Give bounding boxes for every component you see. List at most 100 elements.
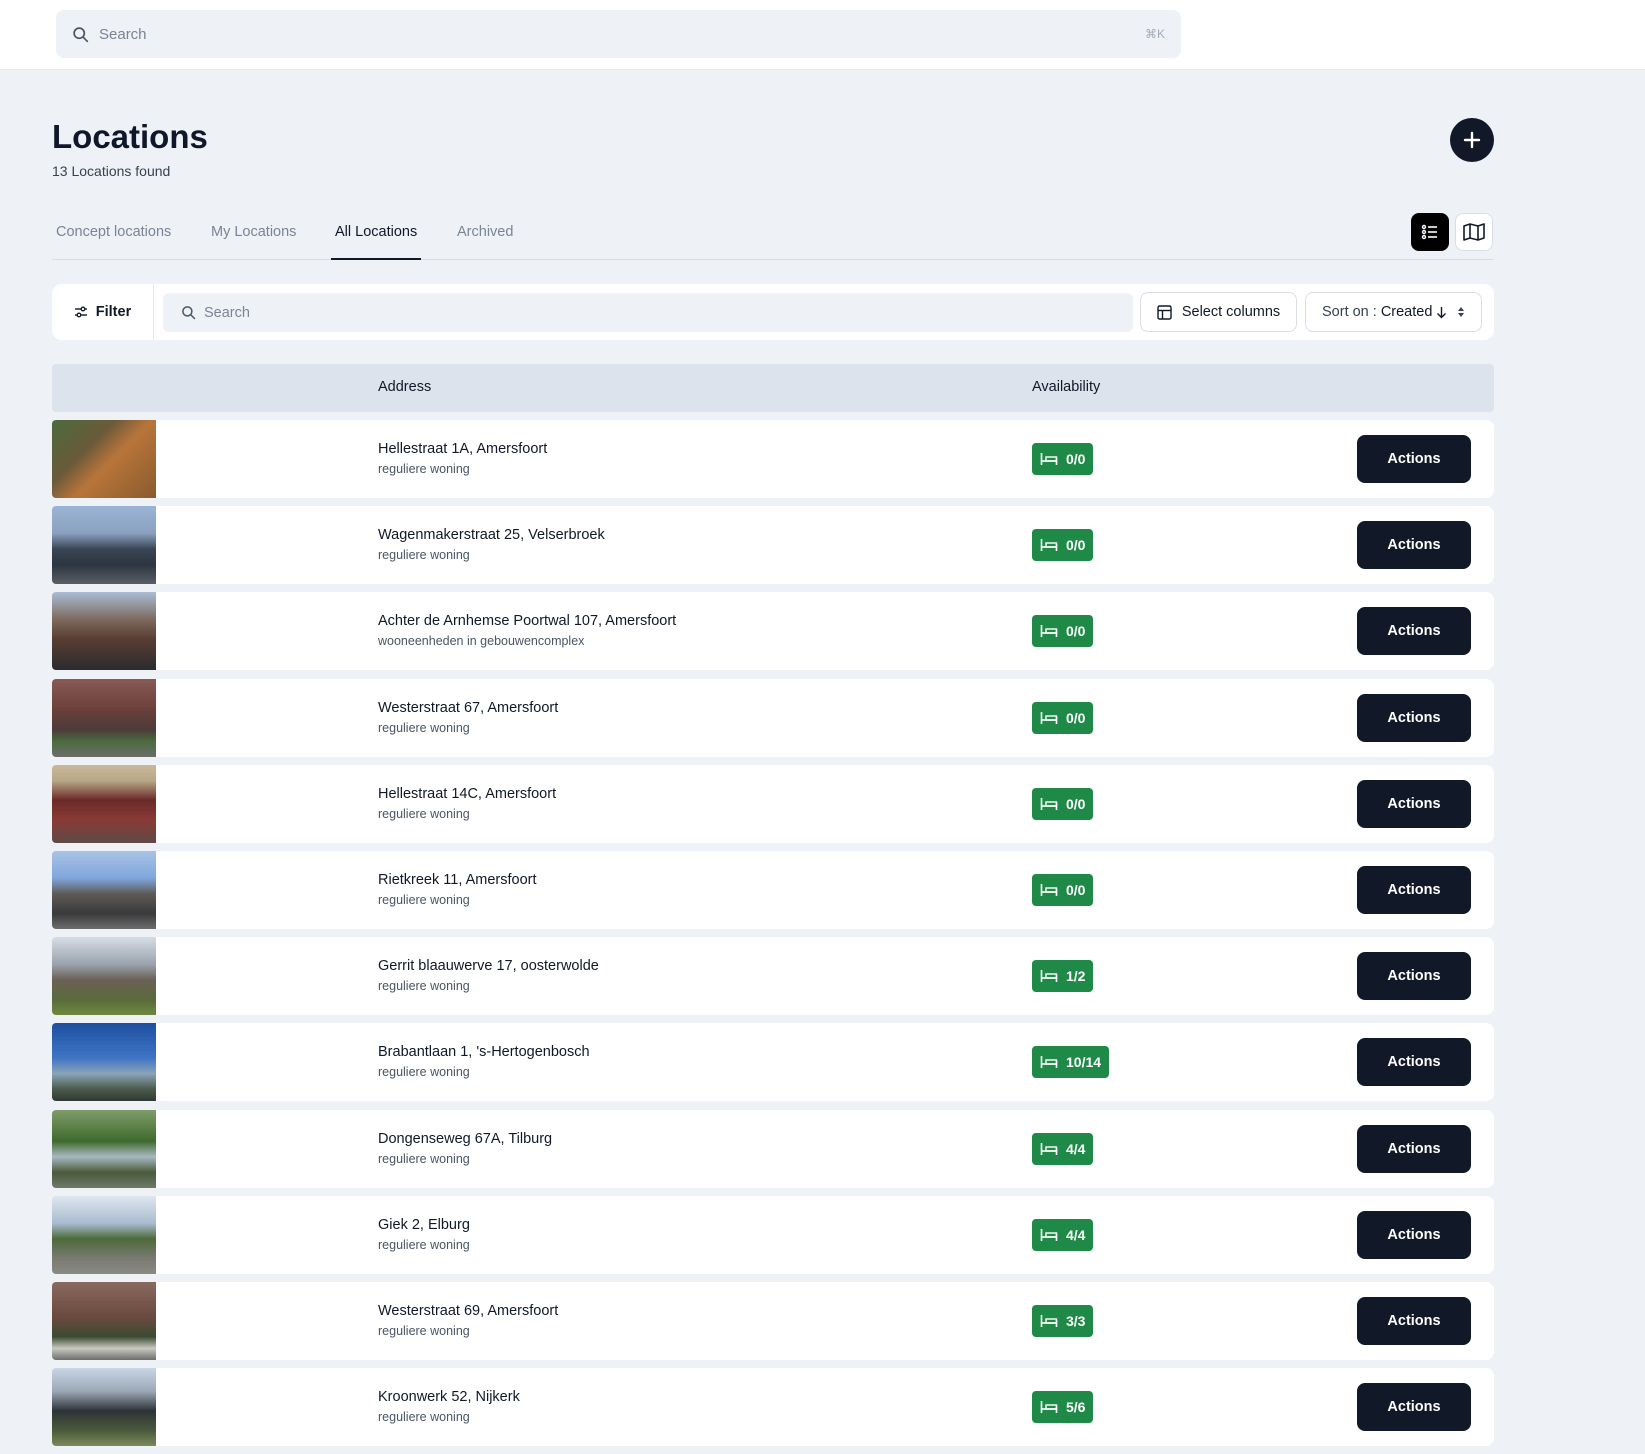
location-address: Dongenseweg 67A, Tilburg (378, 1130, 553, 1147)
table-row[interactable]: Brabantlaan 1, 's-Hertogenbosch reguliere… (52, 1023, 1494, 1102)
top-bar: Search ⌘K (0, 0, 1645, 70)
location-address: Gerrit blaauwerve 17, oosterwolde (378, 958, 599, 975)
table-icon (1157, 304, 1172, 320)
availability-value: 4/4 (1066, 1226, 1086, 1243)
table-row[interactable]: Rietkreek 11, Amersfoort reguliere woning… (52, 850, 1494, 929)
actions-button[interactable]: Actions (1357, 693, 1471, 742)
bed-icon (1040, 624, 1058, 638)
table-row[interactable]: Hellestraat 14C, Amersfoort reguliere won… (52, 764, 1494, 843)
table-search-placeholder: Search (204, 304, 250, 321)
bed-icon (1040, 1314, 1058, 1328)
actions-button[interactable]: Actions (1357, 521, 1471, 570)
actions-button[interactable]: Actions (1357, 1038, 1471, 1087)
location-address: Wagenmakerstraat 25, Velserbroek (378, 527, 605, 544)
actions-button[interactable]: Actions (1357, 1124, 1471, 1173)
actions-button[interactable]: Actions (1357, 435, 1471, 483)
location-address: Hellestraat 1A, Amersfoort (378, 441, 548, 457)
table-row[interactable]: Westerstraat 67, Amersfoort reguliere won… (52, 678, 1494, 757)
locations-count: 13 Locations found (52, 163, 171, 179)
table-row[interactable]: Wagenmakerstraat 25, Velserbroek regulier… (52, 506, 1494, 585)
table-row[interactable]: Achter de Arnhemse Poortwal 107, Amersfo… (52, 592, 1494, 671)
plus-icon (1463, 131, 1481, 149)
availability-badge: 0/0 (1032, 443, 1094, 475)
availability-badge: 10/14 (1032, 1046, 1110, 1079)
list-icon (1421, 223, 1439, 241)
tab-my-locations[interactable]: My Locations (211, 212, 296, 260)
availability-badge: 0/0 (1032, 615, 1094, 648)
global-search-input[interactable]: Search ⌘K (56, 10, 1181, 58)
bed-icon (1040, 1400, 1058, 1414)
tab-all-locations[interactable]: All Locations (331, 212, 422, 260)
tab-concept-locations[interactable]: Concept locations (56, 212, 171, 260)
availability-value: 0/0 (1066, 451, 1086, 467)
table-row[interactable]: Kroonwerk 52, Nijkerk reguliere woning 5/6… (52, 1368, 1494, 1447)
table-row[interactable]: Hellestraat 1A, Amersfoort reguliere woni… (52, 420, 1494, 498)
map-icon (1463, 223, 1485, 241)
actions-button[interactable]: Actions (1357, 1210, 1471, 1259)
location-address: Rietkreek 11, Amersfoort (378, 871, 537, 888)
location-photo (52, 1023, 156, 1102)
bed-icon (1040, 1228, 1058, 1242)
location-address: Brabantlaan 1, 's-Hertogenbosch (378, 1044, 590, 1061)
location-type: reguliere woning (378, 892, 470, 907)
add-location-button[interactable] (1450, 118, 1494, 162)
availability-badge: 0/0 (1032, 787, 1094, 820)
location-photo (52, 420, 156, 498)
global-search-placeholder: Search (99, 25, 147, 43)
table-row[interactable]: Westerstraat 69, Amersfoort reguliere won… (52, 1281, 1494, 1360)
availability-value: 0/0 (1066, 881, 1086, 898)
availability-badge: 0/0 (1032, 701, 1094, 734)
location-tabs: Concept locations My Locations All Locat… (52, 212, 1494, 260)
actions-button[interactable]: Actions (1357, 1296, 1471, 1345)
location-type: reguliere woning (378, 720, 470, 735)
location-type: reguliere woning (378, 462, 470, 476)
bed-icon (1040, 883, 1058, 897)
location-type: reguliere woning (378, 1237, 470, 1252)
location-photo (52, 1281, 156, 1360)
availability-badge: 3/3 (1032, 1304, 1094, 1337)
availability-value: 10/14 (1066, 1054, 1102, 1071)
location-type: reguliere woning (378, 1151, 470, 1166)
table-row[interactable]: Gerrit blaauwerve 17, oosterwolde regulie… (52, 937, 1494, 1016)
availability-value: 3/3 (1066, 1312, 1086, 1329)
search-icon (72, 26, 89, 43)
location-photo (52, 506, 156, 585)
availability-value: 0/0 (1066, 795, 1086, 812)
sort-value: Created (1380, 304, 1433, 320)
actions-button[interactable]: Actions (1357, 952, 1471, 1001)
table-row[interactable]: Giek 2, Elburg reguliere woning 4/4 Actions (52, 1195, 1494, 1274)
locations-list: Hellestraat 1A, Amersfoort reguliere woni… (52, 420, 1494, 1454)
availability-badge: 1/2 (1032, 960, 1094, 993)
location-photo (52, 678, 156, 757)
location-photo (52, 1109, 156, 1188)
table-row[interactable]: Dongenseweg 67A, Tilburg reguliere woning… (52, 1109, 1494, 1188)
actions-button[interactable]: Actions (1357, 779, 1471, 828)
sliders-icon (74, 306, 88, 318)
location-photo (52, 850, 156, 929)
actions-button[interactable]: Actions (1357, 607, 1471, 656)
bed-icon (1040, 711, 1058, 725)
availability-badge: 4/4 (1032, 1218, 1094, 1251)
availability-badge: 4/4 (1032, 1132, 1094, 1165)
sort-select[interactable]: Sort on : Created (1305, 292, 1482, 332)
availability-badge: 0/0 (1032, 529, 1094, 562)
select-columns-button[interactable]: Select columns (1140, 292, 1297, 332)
column-header-availability: Availability (1032, 379, 1101, 395)
list-view-toggle[interactable] (1411, 213, 1449, 251)
actions-button[interactable]: Actions (1357, 1383, 1471, 1432)
location-photo (52, 764, 156, 843)
location-photo (52, 1195, 156, 1274)
filter-button[interactable]: Filter (52, 284, 154, 340)
actions-button[interactable]: Actions (1357, 865, 1471, 914)
availability-badge: 5/6 (1032, 1391, 1094, 1424)
availability-value: 0/0 (1066, 709, 1086, 726)
location-address: Giek 2, Elburg (378, 1216, 470, 1233)
location-type: wooneenheden in gebouwencomplex (378, 634, 585, 649)
bed-icon (1040, 538, 1058, 552)
tab-archived[interactable]: Archived (457, 212, 513, 260)
table-search-input[interactable]: Search (163, 293, 1133, 332)
filter-label: Filter (95, 304, 132, 320)
map-view-toggle[interactable] (1455, 213, 1493, 251)
availability-value: 0/0 (1066, 537, 1086, 554)
bed-icon (1040, 797, 1058, 811)
